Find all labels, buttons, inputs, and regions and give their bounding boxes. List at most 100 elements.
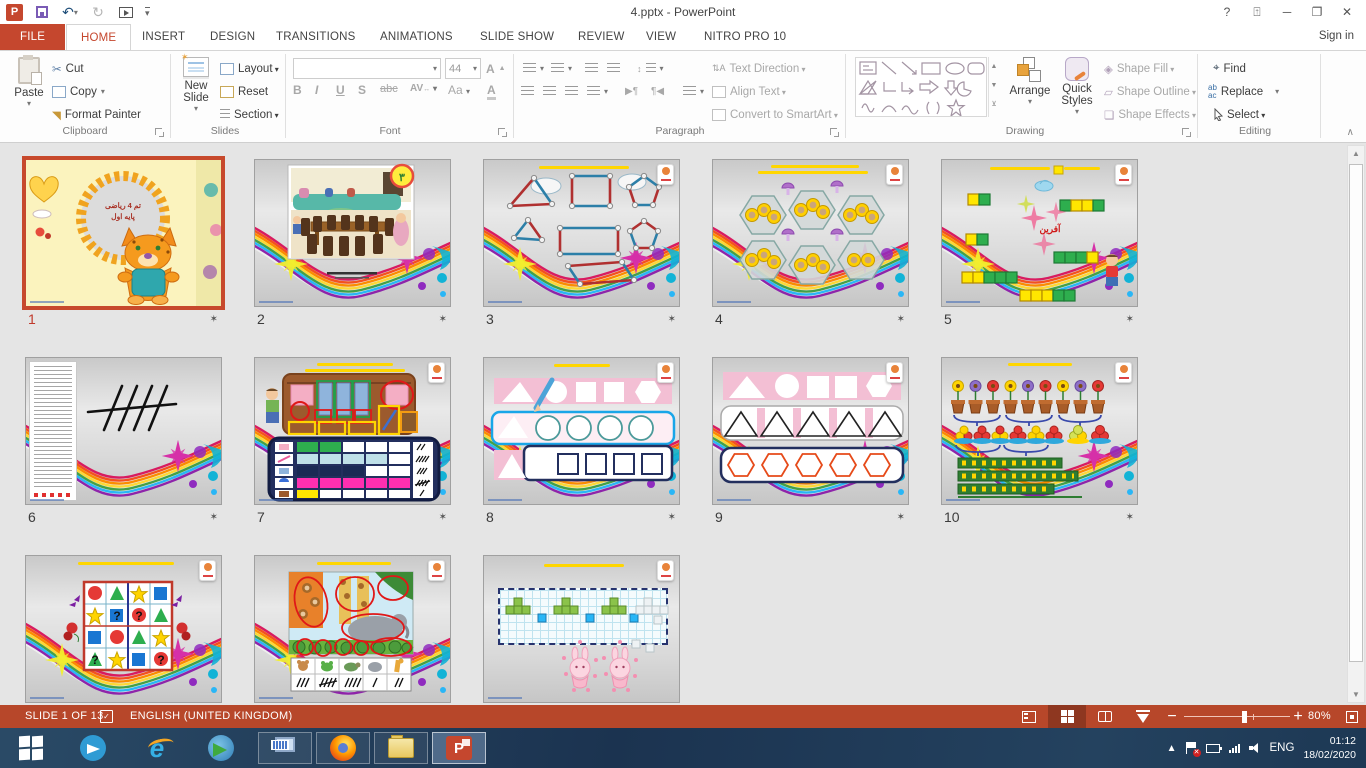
tab-design[interactable]: DESIGN [196, 24, 269, 50]
zoom-slider-thumb[interactable] [1242, 711, 1247, 723]
font-name-combo[interactable]: ▾ [293, 58, 441, 79]
slide-thumbnail-1[interactable]: تم 4 ریاضیپایه اول 1 ✶ [25, 159, 222, 307]
taskbar-firefox[interactable] [316, 732, 370, 764]
strikethrough-button[interactable]: abc [380, 83, 398, 95]
scroll-up-arrow[interactable]: ▲ [1349, 146, 1363, 161]
language-indicator[interactable]: ENGLISH (UNITED KINGDOM) [130, 710, 292, 722]
shapes-gallery-scroll[interactable]: ▲▼⊻ [988, 57, 999, 117]
drawing-dialog-launcher[interactable] [1182, 128, 1191, 137]
tab-review[interactable]: REVIEW [564, 24, 639, 50]
close-button[interactable]: ✕ [1332, 0, 1362, 24]
replace-button[interactable]: abacReplace▾ [1208, 81, 1279, 102]
taskbar-internet-explorer[interactable]: e [130, 732, 184, 764]
slide-thumbnail-10[interactable]: 10 ✶ [941, 357, 1138, 505]
tab-nitro-pro[interactable]: NITRO PRO 10 [690, 24, 800, 50]
font-dialog-launcher[interactable] [498, 128, 507, 137]
quick-styles-button[interactable]: Quick Styles▾ [1056, 57, 1098, 116]
rtl-direction-button[interactable]: ¶◀ [651, 81, 664, 102]
action-center-icon[interactable] [1186, 742, 1197, 754]
slide-thumbnail-6[interactable]: 6 ✶ [25, 357, 222, 505]
shape-effects-button[interactable]: ❏Shape Effects [1104, 104, 1196, 125]
slide-thumbnail-11[interactable]: ???? 11 ✶ [25, 555, 222, 703]
tab-file[interactable]: FILE [0, 24, 65, 50]
collapse-ribbon-button[interactable]: ∧ [1347, 127, 1354, 138]
taskbar-file-explorer[interactable] [374, 732, 428, 764]
paste-button[interactable]: Paste▾ [10, 57, 48, 108]
reading-view-button[interactable] [1086, 705, 1124, 728]
slide-thumbnail-7[interactable]: 7 ✶ [254, 357, 451, 505]
volume-icon[interactable] [1249, 743, 1261, 753]
increase-indent-button[interactable] [607, 58, 620, 79]
slide-show-button[interactable] [1124, 705, 1162, 728]
bold-button[interactable]: B [293, 83, 302, 97]
scrollbar-thumb[interactable] [1349, 164, 1363, 662]
text-direction-button[interactable]: ⇅AText Direction [712, 58, 805, 79]
fit-to-window-button[interactable] [1338, 705, 1366, 728]
language-tray-indicator[interactable]: ENG [1270, 742, 1295, 754]
zoom-out-button[interactable]: − [1162, 705, 1182, 728]
scroll-down-arrow[interactable]: ▼ [1349, 687, 1363, 702]
clock[interactable]: 01:12 18/02/2020 [1303, 734, 1356, 762]
normal-view-button[interactable] [1010, 705, 1048, 728]
select-button[interactable]: Select [1213, 104, 1265, 125]
taskbar-onscreen-keyboard[interactable] [258, 732, 312, 764]
taskbar-telegram[interactable] [66, 732, 120, 764]
help-button[interactable]: ? [1212, 0, 1242, 24]
shadow-button[interactable]: S [358, 83, 366, 97]
ltr-direction-button[interactable]: ▶¶ [625, 81, 638, 102]
minimize-button[interactable]: ─ [1272, 0, 1302, 24]
paragraph-dialog-launcher[interactable] [830, 128, 839, 137]
tab-view[interactable]: VIEW [632, 24, 690, 50]
zoom-percentage[interactable]: 80% [1308, 710, 1331, 722]
numbering-button[interactable]: ▾ [551, 58, 572, 79]
arrange-button[interactable]: Arrange▾ [1008, 57, 1052, 106]
copy-button[interactable]: Copy▾ [52, 81, 105, 102]
slide-thumbnail-2[interactable]: ۳ 2 ✶ [254, 159, 451, 307]
slide-thumbnail-12[interactable]: 12 ✶ [254, 555, 451, 703]
line-spacing-button[interactable]: ↕▾ [637, 58, 664, 79]
slide-sorter-view-button[interactable] [1048, 705, 1086, 728]
zoom-slider-track[interactable] [1184, 716, 1290, 717]
tab-home[interactable]: HOME [66, 24, 131, 50]
italic-button[interactable]: I [315, 83, 318, 97]
align-right-button[interactable] [565, 81, 578, 102]
vertical-scrollbar[interactable]: ▲ ▼ [1347, 145, 1365, 703]
restore-button[interactable]: ❐ [1302, 0, 1332, 24]
section-button[interactable]: Section [220, 104, 279, 125]
slide-thumbnail-8[interactable]: 8 ✶ [483, 357, 680, 505]
columns-button[interactable]: ▾ [683, 81, 704, 102]
bullets-button[interactable]: ▾ [523, 58, 544, 79]
font-color-button[interactable]: A [487, 83, 496, 100]
tab-slideshow[interactable]: SLIDE SHOW [466, 24, 568, 50]
justify-button[interactable]: ▾ [587, 81, 608, 102]
align-left-button[interactable] [521, 81, 534, 102]
slide-thumbnail-4[interactable]: 4 ✶ [712, 159, 909, 307]
slide-thumbnail-5[interactable]: آفرین 5 ✶ [941, 159, 1138, 307]
zoom-in-button[interactable]: + [1288, 705, 1308, 728]
slide-thumbnail-3[interactable]: 3 ✶ [483, 159, 680, 307]
taskbar-idm[interactable] [194, 732, 248, 764]
character-spacing-button[interactable]: AV↔ ▾ [410, 83, 437, 94]
grow-font-button[interactable]: A▲ [486, 58, 506, 79]
tab-animations[interactable]: ANIMATIONS [366, 24, 467, 50]
underline-button[interactable]: U [336, 83, 345, 97]
tab-transitions[interactable]: TRANSITIONS [262, 24, 370, 50]
clipboard-dialog-launcher[interactable] [155, 128, 164, 137]
format-painter-button[interactable]: ◥Format Painter [52, 104, 141, 125]
shape-outline-button[interactable]: ▱Shape Outline [1104, 81, 1196, 102]
sign-in-link[interactable]: Sign in [1319, 30, 1354, 42]
change-case-button[interactable]: Aa ▾ [448, 83, 470, 97]
find-button[interactable]: ⌖Find [1213, 58, 1246, 79]
ribbon-display-options-button[interactable]: ⍐ [1242, 0, 1272, 24]
font-size-combo[interactable]: 44▾ [445, 58, 481, 79]
align-text-button[interactable]: Align Text [712, 81, 786, 102]
tab-insert[interactable]: INSERT [128, 24, 199, 50]
taskbar-powerpoint[interactable]: P [432, 732, 486, 764]
start-button[interactable] [4, 732, 58, 764]
slide-thumbnail-13[interactable]: 13 ✶ [483, 555, 680, 703]
new-slide-button[interactable]: New Slide▾ [176, 57, 216, 113]
shape-fill-button[interactable]: ◈Shape Fill [1104, 58, 1174, 79]
align-center-button[interactable] [543, 81, 556, 102]
convert-smartart-button[interactable]: Convert to SmartArt [712, 104, 838, 125]
battery-icon[interactable] [1206, 744, 1220, 753]
